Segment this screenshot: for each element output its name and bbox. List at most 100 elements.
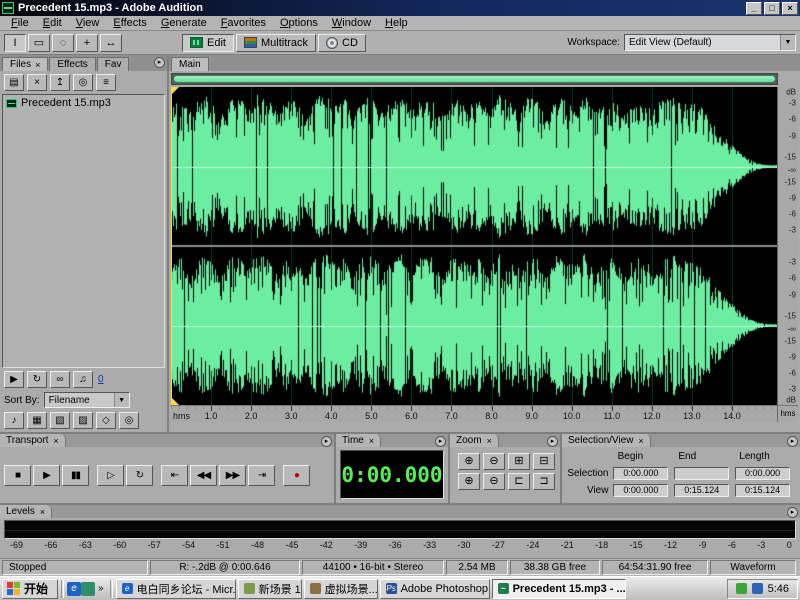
panel-menu-icon[interactable]: ▸ bbox=[321, 436, 332, 447]
view-begin-field[interactable]: 0:00.000 bbox=[613, 484, 668, 497]
task-button-1[interactable]: e电白同乡论坛 - Micr... bbox=[116, 579, 236, 599]
task-button-5[interactable]: ~Precedent 15.mp3 - ... bbox=[492, 579, 626, 599]
time-ruler[interactable]: 1.02.03.04.05.06.07.08.09.010.011.012.01… bbox=[171, 405, 777, 422]
tab-fav[interactable]: Fav bbox=[97, 57, 130, 71]
scrub-tool-button[interactable]: ↔ bbox=[100, 34, 122, 52]
level-meter[interactable] bbox=[4, 520, 796, 539]
menu-file[interactable]: File bbox=[4, 16, 36, 30]
zoom-to-selection-button[interactable]: ⊟ bbox=[533, 453, 555, 470]
time-selection-tool-button[interactable]: I bbox=[4, 34, 26, 52]
zoom-panel-tab[interactable]: Zoom × bbox=[450, 434, 499, 447]
show-midi-files-button[interactable]: ▨ bbox=[73, 412, 93, 429]
close-button[interactable]: × bbox=[782, 2, 798, 15]
zoom-in-button[interactable]: ⊕ bbox=[458, 453, 480, 470]
multitrack-view-button[interactable]: Multitrack bbox=[236, 34, 316, 52]
playhead-cursor[interactable] bbox=[171, 87, 172, 405]
selection-marker-top-icon[interactable] bbox=[171, 87, 179, 95]
close-icon[interactable]: × bbox=[35, 60, 40, 70]
options-button[interactable]: ≡ bbox=[96, 74, 116, 91]
workspace-dropdown[interactable]: Edit View (Default) ▼ bbox=[624, 34, 796, 51]
close-icon[interactable]: × bbox=[638, 436, 643, 446]
close-file-button[interactable]: × bbox=[27, 74, 47, 91]
task-button-3[interactable]: 虚拟场景... bbox=[304, 579, 378, 599]
insert-into-cd-button[interactable]: ◎ bbox=[73, 74, 93, 91]
selection-begin-field[interactable]: 0:00.000 bbox=[613, 467, 668, 480]
fast-forward-button[interactable]: ▶▶ bbox=[219, 465, 246, 486]
amplitude-ruler[interactable]: dB-3-6-9-15-∞-15-9-6-3-3-6-9-15-∞-15-9-6… bbox=[777, 87, 798, 405]
zero-link[interactable]: 0 bbox=[98, 374, 104, 385]
zoom-out-button[interactable]: ⊖ bbox=[483, 453, 505, 470]
play-from-cursor-button[interactable]: ▷ bbox=[97, 465, 124, 486]
record-button[interactable]: ● bbox=[283, 465, 310, 486]
panel-menu-icon[interactable]: ▸ bbox=[787, 507, 798, 518]
transport-panel-tab[interactable]: Transport × bbox=[0, 434, 66, 447]
edit-view-button[interactable]: Edit bbox=[182, 34, 234, 52]
tab-files[interactable]: Files× bbox=[2, 57, 48, 71]
quick-launch-more-button[interactable]: » bbox=[95, 583, 107, 594]
zoom-out-vertically-button[interactable]: ⊖ bbox=[483, 473, 505, 490]
rewind-button[interactable]: ◀◀ bbox=[190, 465, 217, 486]
maximize-button[interactable]: □ bbox=[764, 2, 780, 15]
marquee-selection-tool-button[interactable]: ▭ bbox=[28, 34, 50, 52]
menu-window[interactable]: Window bbox=[325, 16, 378, 30]
stop-button[interactable]: ■ bbox=[4, 465, 31, 486]
zoom-to-right-edge-button[interactable]: ⊐ bbox=[533, 473, 555, 490]
play-button[interactable]: ▶ bbox=[33, 465, 60, 486]
auto-play-button[interactable]: ∞ bbox=[50, 371, 70, 388]
waveform-canvas[interactable] bbox=[171, 87, 777, 405]
go-to-end-button[interactable]: ⇥ bbox=[248, 465, 275, 486]
loop-play-button[interactable]: ↻ bbox=[27, 371, 47, 388]
chevron-down-icon[interactable]: ▼ bbox=[780, 35, 795, 50]
tab-main[interactable]: Main bbox=[171, 57, 209, 71]
close-icon[interactable]: × bbox=[369, 436, 374, 446]
levels-panel-tab[interactable]: Levels × bbox=[0, 505, 52, 518]
chevron-down-icon[interactable]: ▼ bbox=[114, 393, 129, 407]
close-icon[interactable]: × bbox=[53, 436, 58, 446]
import-file-button[interactable]: ▤ bbox=[4, 74, 24, 91]
selection-panel-tab[interactable]: Selection/View × bbox=[562, 434, 651, 447]
panel-menu-icon[interactable]: ▸ bbox=[787, 436, 798, 447]
view-end-field[interactable]: 0:15.124 bbox=[674, 484, 729, 497]
time-panel-tab[interactable]: Time × bbox=[336, 434, 381, 447]
tray-icon-1[interactable] bbox=[736, 583, 747, 594]
file-list[interactable]: Precedent 15.mp3 bbox=[2, 94, 165, 368]
menu-effects[interactable]: Effects bbox=[106, 16, 153, 30]
start-button[interactable]: 开始 bbox=[2, 579, 58, 599]
show-all-files-button[interactable]: ◎ bbox=[119, 412, 139, 429]
minimize-button[interactable]: _ bbox=[746, 2, 762, 15]
close-icon[interactable]: × bbox=[487, 436, 492, 446]
menu-favorites[interactable]: Favorites bbox=[214, 16, 273, 30]
show-marker-files-button[interactable]: ◇ bbox=[96, 412, 116, 429]
selection-length-field[interactable]: 0:00.000 bbox=[735, 467, 790, 480]
sort-by-dropdown[interactable]: Filename ▼ bbox=[44, 392, 130, 408]
view-length-field[interactable]: 0:15.124 bbox=[735, 484, 790, 497]
close-icon[interactable]: × bbox=[40, 507, 45, 517]
zoom-full-button[interactable]: ⊞ bbox=[508, 453, 530, 470]
file-item[interactable]: Precedent 15.mp3 bbox=[3, 95, 164, 111]
tab-effects[interactable]: Effects bbox=[49, 57, 95, 71]
zoom-to-left-edge-button[interactable]: ⊏ bbox=[508, 473, 530, 490]
cd-view-button[interactable]: CD bbox=[318, 34, 366, 52]
panel-menu-icon[interactable]: ▸ bbox=[435, 436, 446, 447]
selection-marker-bottom-icon[interactable] bbox=[171, 397, 179, 405]
waveform-display[interactable] bbox=[171, 87, 777, 405]
show-audio-files-button[interactable]: ♪ bbox=[4, 412, 24, 429]
panel-menu-icon[interactable]: ▸ bbox=[154, 57, 165, 68]
show-video-files-button[interactable]: ▧ bbox=[50, 412, 70, 429]
insert-into-multitrack-button[interactable]: ↥ bbox=[50, 74, 70, 91]
media-type-button[interactable]: ♫ bbox=[73, 371, 93, 388]
task-button-4[interactable]: PsAdobe Photoshop bbox=[380, 579, 490, 599]
go-to-beginning-button[interactable]: ⇤ bbox=[161, 465, 188, 486]
quick-launch-desktop-icon[interactable] bbox=[81, 582, 95, 596]
zoom-in-vertically-button[interactable]: ⊕ bbox=[458, 473, 480, 490]
play-file-button[interactable]: ▶ bbox=[4, 371, 24, 388]
tray-icon-2[interactable] bbox=[752, 583, 763, 594]
task-button-2[interactable]: 新场景 1 bbox=[238, 579, 302, 599]
quick-launch-browser-icon[interactable]: e bbox=[67, 582, 81, 596]
panel-menu-icon[interactable]: ▸ bbox=[547, 436, 558, 447]
menu-edit[interactable]: Edit bbox=[36, 16, 69, 30]
pause-button[interactable]: ▮▮ bbox=[62, 465, 89, 486]
scrollbar-thumb[interactable] bbox=[173, 75, 776, 83]
menu-view[interactable]: View bbox=[69, 16, 107, 30]
lasso-selection-tool-button[interactable]: ◌ bbox=[52, 34, 74, 52]
